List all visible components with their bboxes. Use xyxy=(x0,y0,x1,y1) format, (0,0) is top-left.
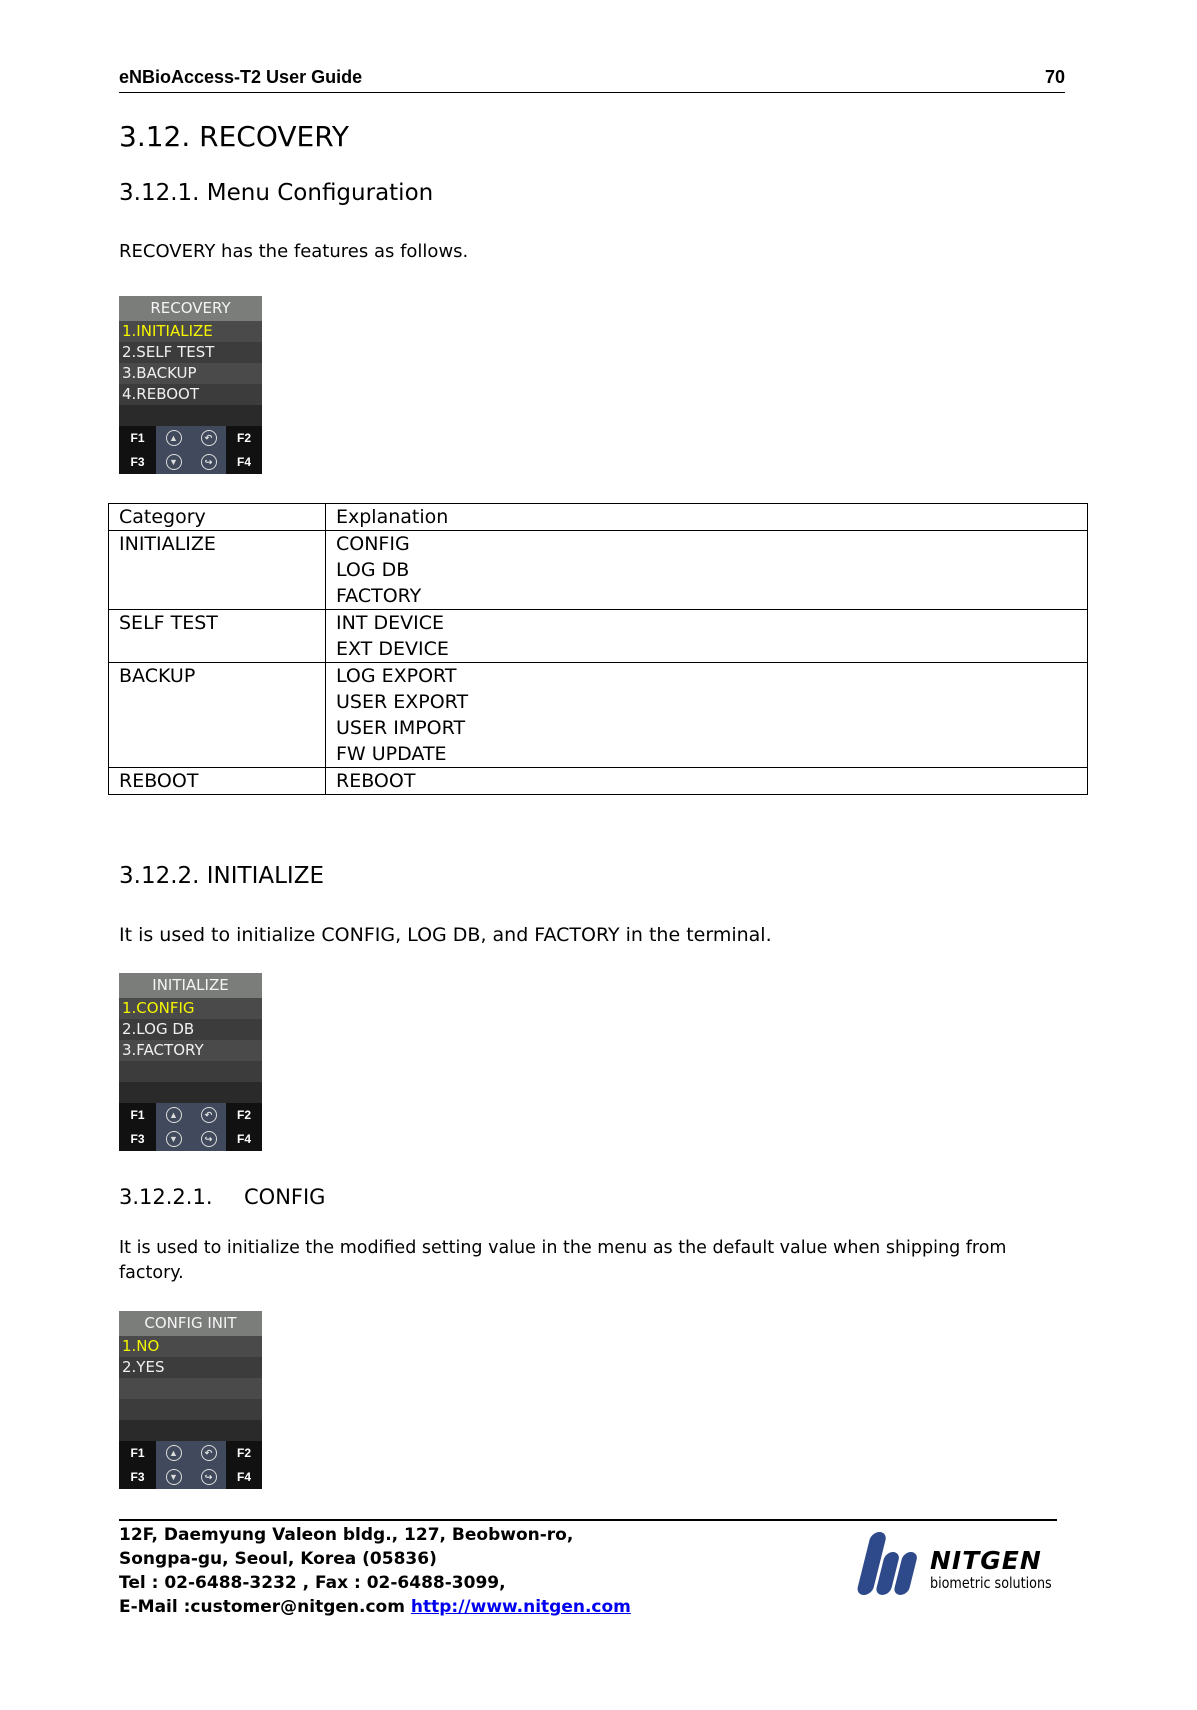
page: eNBioAccess-T2 User Guide 70 3.12. RECOV… xyxy=(0,0,1197,1710)
lcd-item: 4.REBOOT xyxy=(119,384,262,405)
item: LOG DB xyxy=(336,559,410,581)
email-text: E-Mail :customer@nitgen.com xyxy=(119,1597,405,1617)
lcd-keys: F1 ▲ ↶ F2 F3 ▼ ↪ F4 xyxy=(119,1103,262,1151)
header-rule xyxy=(119,92,1065,93)
f4-key: F4 xyxy=(226,1465,262,1489)
lcd-config-init: CONFIG INIT 1.NO 2.YES F1 ▲ ↶ F2 F3 ▼ ↪ … xyxy=(119,1311,262,1489)
email-line: E-Mail :customer@nitgen.com http://www.n… xyxy=(119,1595,631,1619)
lcd-title: INITIALIZE xyxy=(119,973,262,998)
address-line: Songpa-gu, Seoul, Korea (05836) xyxy=(119,1549,437,1569)
down-arrow-icon: ▼ xyxy=(156,450,191,474)
address-line: 12F, Daemyung Valeon bldg., 127, Beobwon… xyxy=(119,1525,574,1545)
item: USER IMPORT xyxy=(336,717,466,739)
config-text-1: It is used to initialize the modified se… xyxy=(119,1238,1007,1258)
up-arrow-icon: ▲ xyxy=(156,1103,191,1127)
table-row: BACKUP LOG EXPORT USER EXPORT USER IMPORT FW… xyxy=(108,662,1088,768)
initialize-text: It is used to initialize CONFIG, LOG DB,… xyxy=(119,924,772,946)
lcd-item xyxy=(119,1061,262,1082)
item: EXT DEVICE xyxy=(336,638,449,660)
lcd-item: 2.YES xyxy=(119,1357,262,1378)
item: USER EXPORT xyxy=(336,691,469,713)
doc-title: eNBioAccess-T2 User Guide xyxy=(119,67,363,87)
initialize-title: 3.12.2. INITIALIZE xyxy=(119,863,325,889)
lcd-item: 2.SELF TEST xyxy=(119,342,262,363)
up-arrow-icon: ▲ xyxy=(156,426,191,450)
lcd-item xyxy=(119,1399,262,1420)
lcd-keys: F1 ▲ ↶ F2 F3 ▼ ↪ F4 xyxy=(119,1441,262,1489)
up-arrow-icon: ▲ xyxy=(156,1441,191,1465)
subsection-title: 3.12.1. Menu Configuration xyxy=(119,180,434,206)
config-text-2: factory. xyxy=(119,1263,184,1283)
item: LOG EXPORT xyxy=(336,665,457,687)
f2-key: F2 xyxy=(226,426,262,450)
back-arrow-icon: ↶ xyxy=(191,426,226,450)
lcd-item: 2.LOG DB xyxy=(119,1019,262,1040)
explanation-cell: REBOOT xyxy=(325,767,1088,795)
item: FACTORY xyxy=(336,585,422,607)
item: CONFIG xyxy=(336,533,410,555)
recovery-table: Category Explanation INITIALIZE CONFIG LOG … xyxy=(108,503,1088,795)
back-arrow-icon: ↶ xyxy=(191,1441,226,1465)
nitgen-logo: NITGEN biometric solutions xyxy=(850,1530,1060,1600)
explanation-cell: CONFIG LOG DB FACTORY xyxy=(325,530,1088,610)
category-cell: INITIALIZE xyxy=(108,530,326,610)
header-explanation: Explanation xyxy=(325,503,1088,531)
nitgen-logo-mark xyxy=(857,1532,917,1595)
explanation-cell: LOG EXPORT USER EXPORT USER IMPORT FW UPDAT… xyxy=(325,662,1088,768)
footer-rule xyxy=(119,1519,1057,1521)
f2-key: F2 xyxy=(226,1103,262,1127)
f3-key: F3 xyxy=(119,1465,156,1489)
lcd-title: CONFIG INIT xyxy=(119,1311,262,1336)
f3-key: F3 xyxy=(119,450,156,474)
lcd-title: RECOVERY xyxy=(119,296,262,321)
lcd-keys: F1 ▲ ↶ F2 F3 ▼ ↪ F4 xyxy=(119,426,262,474)
section-title: 3.12. RECOVERY xyxy=(119,120,350,153)
intro-text: RECOVERY has the features as follows. xyxy=(119,241,469,262)
table-row: INITIALIZE CONFIG LOG DB FACTORY xyxy=(108,530,1088,610)
f1-key: F1 xyxy=(119,426,156,450)
lcd-item: 1.CONFIG xyxy=(119,998,262,1019)
f4-key: F4 xyxy=(226,450,262,474)
enter-arrow-icon: ↪ xyxy=(191,1465,226,1489)
lcd-item: 3.FACTORY xyxy=(119,1040,262,1061)
category-cell: REBOOT xyxy=(108,767,326,795)
table-row: SELF TEST INT DEVICE EXT DEVICE xyxy=(108,609,1088,663)
item: INT DEVICE xyxy=(336,612,444,634)
config-title: CONFIG xyxy=(244,1185,326,1209)
enter-arrow-icon: ↪ xyxy=(191,1127,226,1151)
phone-line: Tel : 02-6488-3232 , Fax : 02-6488-3099, xyxy=(119,1573,506,1593)
lcd-item: 1.NO xyxy=(119,1336,262,1357)
footer-address: 12F, Daemyung Valeon bldg., 127, Beobwon… xyxy=(119,1523,631,1619)
lcd-recovery-menu: RECOVERY 1.INITIALIZE 2.SELF TEST 3.BACK… xyxy=(119,296,262,474)
lcd-item: 1.INITIALIZE xyxy=(119,321,262,342)
back-arrow-icon: ↶ xyxy=(191,1103,226,1127)
f1-key: F1 xyxy=(119,1441,156,1465)
page-number: 70 xyxy=(1044,67,1065,87)
header-category: Category xyxy=(108,503,326,531)
down-arrow-icon: ▼ xyxy=(156,1127,191,1151)
table-row: REBOOT REBOOT xyxy=(108,767,1088,795)
category-cell: SELF TEST xyxy=(108,609,326,663)
config-number: 3.12.2.1. xyxy=(119,1185,213,1209)
enter-arrow-icon: ↪ xyxy=(191,450,226,474)
lcd-initialize-menu: INITIALIZE 1.CONFIG 2.LOG DB 3.FACTORY F… xyxy=(119,973,262,1151)
item: FW UPDATE xyxy=(336,743,447,765)
website-link[interactable]: http://www.nitgen.com xyxy=(411,1597,631,1617)
logo-tagline: biometric solutions xyxy=(930,1574,1052,1592)
lcd-item: 3.BACKUP xyxy=(119,363,262,384)
f2-key: F2 xyxy=(226,1441,262,1465)
f3-key: F3 xyxy=(119,1127,156,1151)
explanation-cell: INT DEVICE EXT DEVICE xyxy=(325,609,1088,663)
f1-key: F1 xyxy=(119,1103,156,1127)
table-header-row: Category Explanation xyxy=(108,503,1088,531)
f4-key: F4 xyxy=(226,1127,262,1151)
lcd-item xyxy=(119,1378,262,1399)
logo-name: NITGEN xyxy=(930,1546,1042,1575)
category-cell: BACKUP xyxy=(108,662,326,768)
item: REBOOT xyxy=(336,770,416,792)
down-arrow-icon: ▼ xyxy=(156,1465,191,1489)
